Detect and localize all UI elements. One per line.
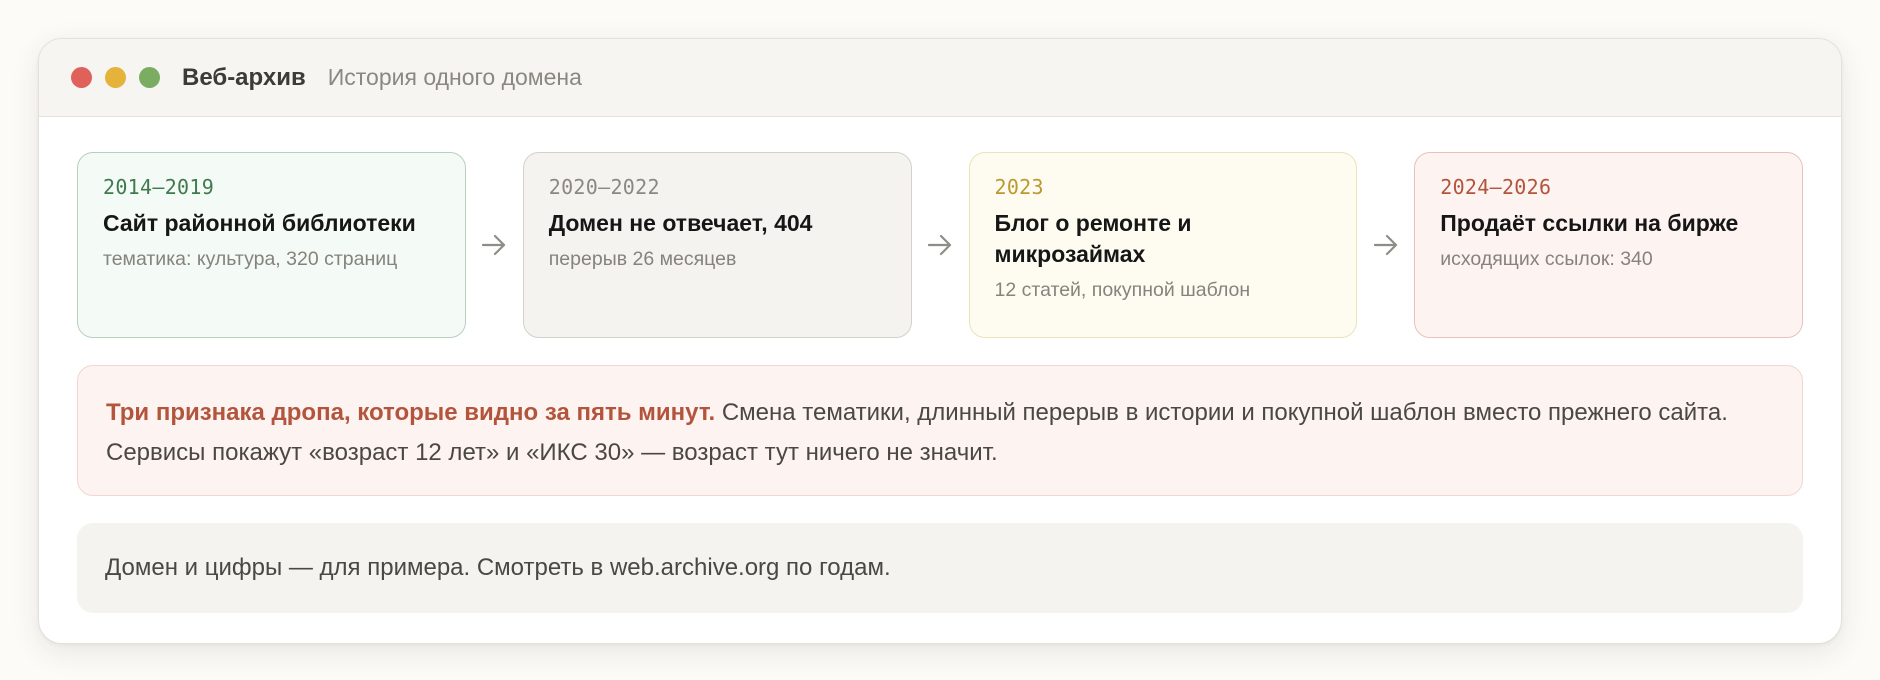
card-description: перерыв 26 месяцев — [548, 248, 737, 270]
card-description: 12 статей, покупной шаблон — [994, 279, 1251, 301]
timeline-card-offline: 2020–2022 Домен не отвечает, 404 перерыв… — [522, 152, 912, 338]
timeline-card-link-selling: 2024–2026 Продаёт ссылки на бирже исходя… — [1414, 152, 1804, 338]
card-title: Блог о ремонте и микрозаймах — [994, 210, 1192, 267]
arrow-right-icon — [912, 152, 969, 338]
timeline-card-blog: 2023 Блог о ремонте и микрозаймах 12 ста… — [968, 152, 1358, 338]
domain-timeline: 2014–2019 Сайт районной библиотеки темат… — [77, 152, 1804, 338]
card-description: исходящих ссылок: 340 — [1440, 248, 1653, 270]
card-title: Продаёт ссылки на бирже — [1440, 210, 1739, 236]
app-subtitle: История одного домена — [327, 64, 582, 90]
card-years: 2014–2019 — [103, 175, 215, 199]
card-years: 2024–2026 — [1440, 175, 1552, 199]
archive-window: Веб-архив История одного домена 2014–201… — [38, 38, 1842, 644]
app-title: Веб-архив — [182, 63, 306, 91]
footer-note: Домен и цифры — для примера. Смотреть в … — [77, 523, 1803, 613]
timeline-card-library: 2014–2019 Сайт районной библиотеки темат… — [77, 152, 466, 338]
arrow-right-icon — [1357, 152, 1414, 338]
maximize-window-button[interactable] — [139, 67, 160, 88]
card-years: 2023 — [994, 175, 1044, 199]
card-title: Сайт районной библиотеки — [103, 210, 416, 236]
arrow-right-icon — [466, 152, 523, 338]
close-window-button[interactable] — [71, 67, 92, 88]
drop-signs-notice: Три признака дропа, которые видно за пят… — [77, 365, 1803, 496]
title-bar: Веб-архив История одного домена — [39, 39, 1841, 117]
footer-note-text: Домен и цифры — для примера. Смотреть в … — [105, 554, 891, 581]
minimize-window-button[interactable] — [105, 67, 126, 88]
notice-lead: Три признака дропа, которые видно за пят… — [106, 399, 716, 426]
card-title: Домен не отвечает, 404 — [548, 210, 813, 236]
card-description: тематика: культура, 320 страниц — [103, 248, 398, 270]
card-years: 2020–2022 — [548, 175, 660, 199]
main-content: 2014–2019 Сайт районной библиотеки темат… — [39, 117, 1841, 613]
